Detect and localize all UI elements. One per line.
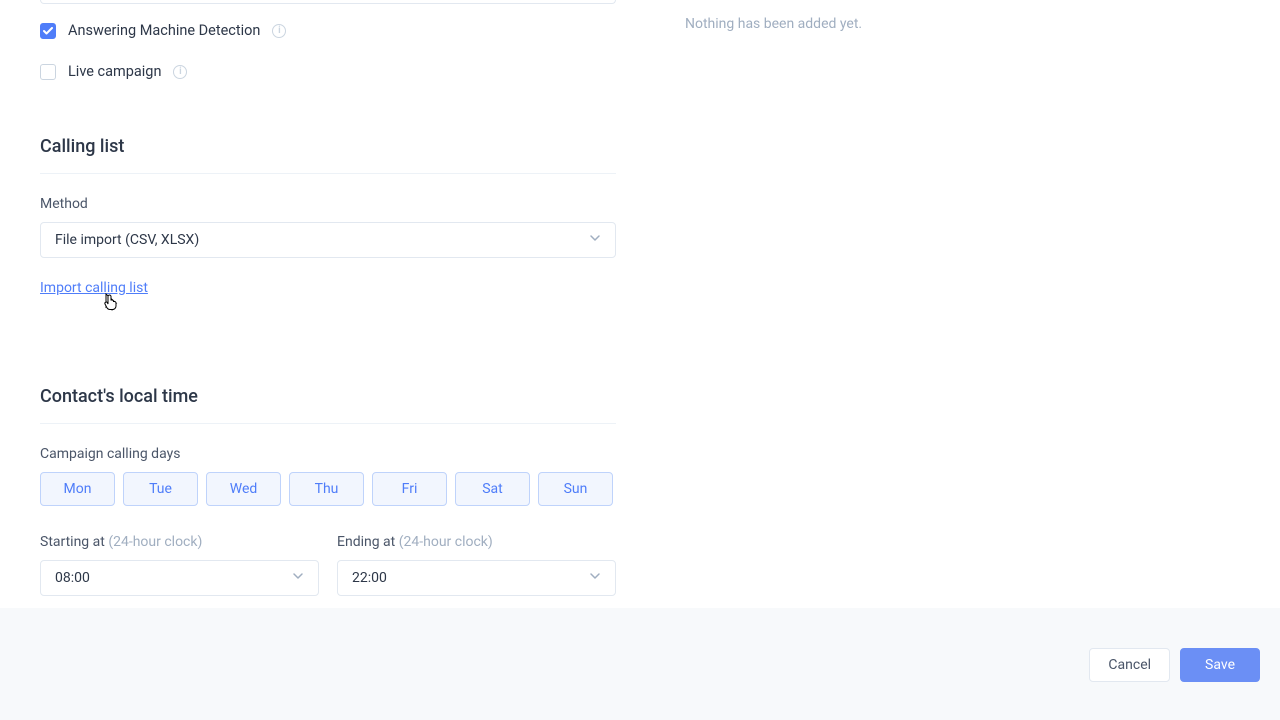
live-checkbox[interactable] <box>40 64 56 80</box>
empty-state-text: Nothing has been added yet. <box>685 16 862 32</box>
start-time-value: 08:00 <box>55 570 90 586</box>
day-mon[interactable]: Mon <box>40 472 115 506</box>
end-time-value: 22:00 <box>352 570 387 586</box>
divider <box>40 423 616 424</box>
footer: Cancel Save <box>0 608 1280 720</box>
live-label: Live campaign <box>68 63 161 80</box>
days-label: Campaign calling days <box>40 446 620 462</box>
amd-row: Answering Machine Detection i <box>40 22 620 39</box>
start-time-select[interactable]: 08:00 <box>40 560 319 596</box>
save-button[interactable]: Save <box>1180 648 1260 682</box>
cancel-button[interactable]: Cancel <box>1089 648 1170 682</box>
local-time-title: Contact's local time <box>40 386 620 407</box>
end-time-select[interactable]: 22:00 <box>337 560 616 596</box>
end-label: Ending at (24-hour clock) <box>337 534 616 550</box>
method-label: Method <box>40 196 620 212</box>
divider <box>40 173 616 174</box>
live-row: Live campaign i <box>40 63 620 80</box>
info-icon[interactable]: i <box>173 65 187 79</box>
day-fri[interactable]: Fri <box>372 472 447 506</box>
day-sun[interactable]: Sun <box>538 472 613 506</box>
method-value: File import (CSV, XLSX) <box>55 232 199 248</box>
day-wed[interactable]: Wed <box>206 472 281 506</box>
info-icon[interactable]: i <box>272 24 286 38</box>
amd-label: Answering Machine Detection <box>68 22 260 39</box>
day-tue[interactable]: Tue <box>123 472 198 506</box>
chevron-down-icon <box>589 232 601 248</box>
import-calling-list-link[interactable]: Import calling list <box>40 280 148 296</box>
start-label: Starting at (24-hour clock) <box>40 534 319 550</box>
chevron-down-icon <box>589 570 601 586</box>
chevron-down-icon <box>292 570 304 586</box>
day-sat[interactable]: Sat <box>455 472 530 506</box>
calling-list-title: Calling list <box>40 136 620 157</box>
method-select[interactable]: File import (CSV, XLSX) <box>40 222 616 258</box>
previous-input-bottom <box>40 0 616 4</box>
amd-checkbox[interactable] <box>40 23 56 39</box>
check-icon <box>43 27 53 35</box>
day-thu[interactable]: Thu <box>289 472 364 506</box>
days-row: Mon Tue Wed Thu Fri Sat Sun <box>40 472 620 506</box>
